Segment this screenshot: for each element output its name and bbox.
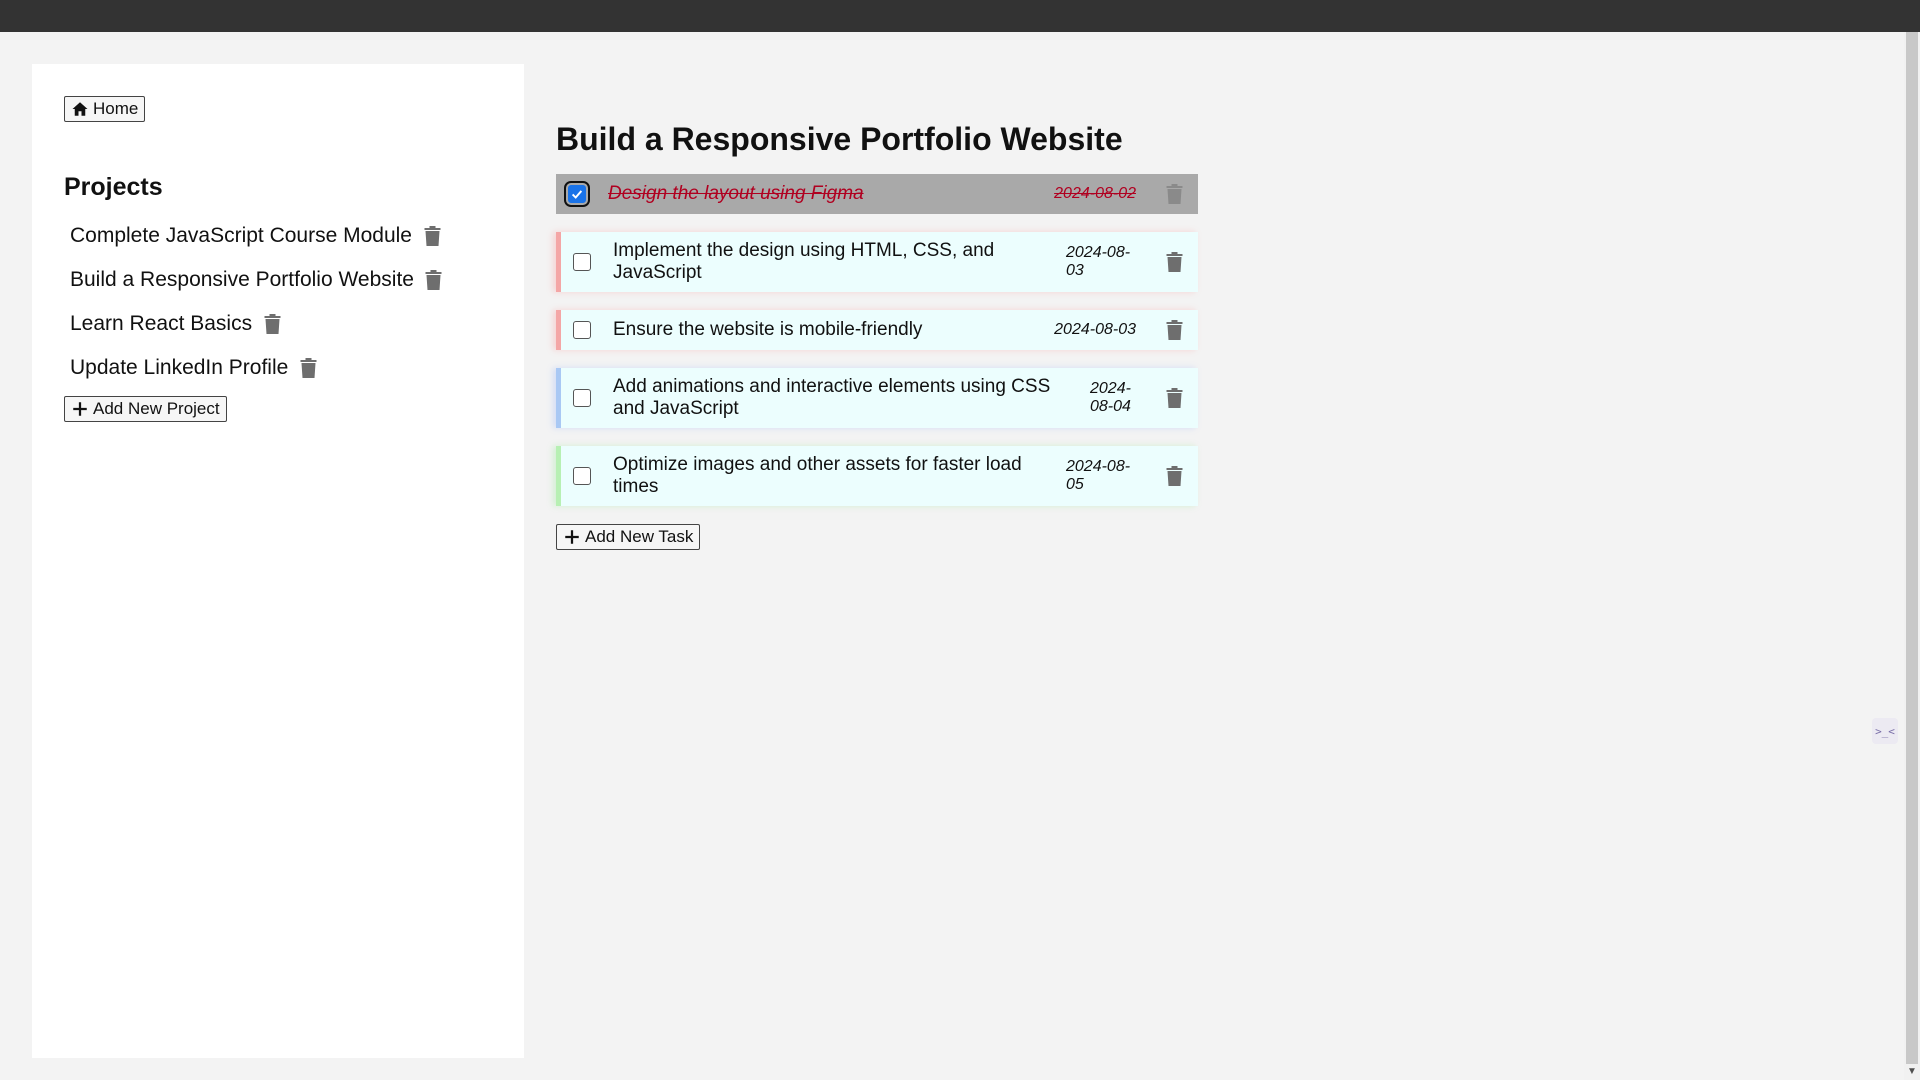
trash-icon[interactable] [1164, 183, 1184, 205]
add-task-label: Add New Task [585, 527, 694, 546]
project-item[interactable]: Learn React Basics [64, 302, 492, 346]
task-item: Design the layout using Figma 2024-08-02 [556, 174, 1198, 214]
project-item-label: Build a Responsive Portfolio Website [70, 268, 414, 291]
add-project-button[interactable]: Add New Project [64, 396, 227, 422]
add-project-label: Add New Project [93, 399, 220, 418]
task-text: Implement the design using HTML, CSS, an… [613, 240, 995, 283]
project-detail: Build a Responsive Portfolio Website Des… [556, 64, 1198, 551]
scroll-down-arrow-icon[interactable]: ▼ [1904, 1064, 1920, 1080]
task-item: Ensure the website is mobile-friendly 20… [556, 310, 1198, 350]
task-text: Add animations and interactive elements … [613, 376, 1051, 419]
task-item: Optimize images and other assets for fas… [556, 446, 1198, 506]
trash-icon[interactable] [1164, 319, 1184, 341]
task-due-date: 2024-08-03 [1054, 321, 1136, 338]
task-text: Optimize images and other assets for fas… [613, 454, 1022, 497]
task-text: Design the layout using Figma [608, 183, 864, 204]
trash-icon[interactable] [262, 313, 282, 335]
add-task-button[interactable]: Add New Task [556, 524, 701, 550]
extension-widget-icon[interactable]: >_< [1872, 718, 1898, 744]
plus-icon [565, 530, 579, 544]
trash-icon[interactable] [1164, 387, 1184, 409]
project-item-label: Learn React Basics [70, 312, 253, 335]
home-icon [72, 102, 88, 116]
project-item[interactable]: Update LinkedIn Profile [64, 346, 492, 390]
task-item: Add animations and interactive elements … [556, 368, 1198, 428]
project-item[interactable]: Complete JavaScript Course Module [64, 214, 492, 258]
project-item[interactable]: Build a Responsive Portfolio Website [64, 258, 492, 302]
browser-top-bar [0, 0, 1920, 32]
task-text: Ensure the website is mobile-friendly [613, 319, 923, 340]
page-title: Build a Responsive Portfolio Website [556, 121, 1123, 157]
task-due-date: 2024-08-03 [1066, 244, 1131, 279]
plus-icon [73, 402, 87, 416]
sidebar: Home Projects Complete JavaScript Course… [32, 64, 524, 1058]
project-item-label: Update LinkedIn Profile [70, 356, 289, 379]
home-button-label: Home [93, 99, 139, 118]
page-scrollbar[interactable]: ▲ ▼ [1904, 32, 1920, 1080]
project-list: Complete JavaScript Course Module Build … [64, 214, 492, 390]
task-due-date: 2024-08-04 [1090, 380, 1131, 415]
task-due-date: 2024-08-05 [1066, 458, 1131, 493]
task-checkbox[interactable] [564, 181, 590, 207]
task-checkbox[interactable] [573, 467, 591, 485]
scroll-thumb[interactable] [1906, 32, 1918, 1080]
task-list: Design the layout using Figma 2024-08-02… [556, 174, 1198, 506]
trash-icon[interactable] [1164, 465, 1184, 487]
projects-heading: Projects [64, 173, 163, 201]
task-checkbox[interactable] [573, 253, 591, 271]
task-checkbox[interactable] [573, 389, 591, 407]
trash-icon[interactable] [1164, 251, 1184, 273]
home-button[interactable]: Home [64, 96, 146, 122]
trash-icon[interactable] [298, 357, 318, 379]
trash-icon[interactable] [422, 225, 442, 247]
project-item-label: Complete JavaScript Course Module [70, 224, 412, 247]
task-item: Implement the design using HTML, CSS, an… [556, 232, 1198, 292]
task-due-date: 2024-08-02 [1054, 185, 1136, 202]
trash-icon[interactable] [424, 269, 444, 291]
check-icon [571, 190, 583, 199]
task-checkbox[interactable] [573, 321, 591, 339]
